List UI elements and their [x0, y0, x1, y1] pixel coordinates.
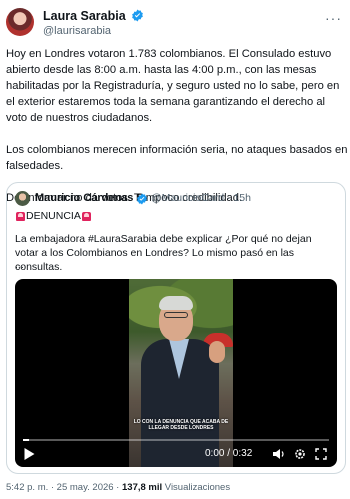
- video-progress-fill: [23, 439, 30, 441]
- fullscreen-icon[interactable]: [315, 447, 327, 465]
- quoted-author-name: Mauricio Cárdenas S.: [35, 192, 147, 204]
- author-name-row[interactable]: Laura Sarabia: [43, 9, 144, 25]
- video-progress-bar[interactable]: [23, 439, 329, 441]
- quoted-tweet-header: Mauricio Cárdenas S. @MauricioCard · 15h: [15, 191, 335, 207]
- siren-icon: [81, 211, 91, 221]
- quoted-tweet-ellipsis: ...: [15, 259, 24, 271]
- tweet-meta: 5:42 p. m. · 25 may. 2026 · 137,8 mil Vi…: [6, 482, 230, 493]
- denuncia-label: DENUNCIA: [26, 210, 81, 222]
- video-time: 0:00 / 0:32: [205, 448, 253, 459]
- views-count: 137,8 mil: [122, 482, 163, 493]
- speaker-glasses: [164, 312, 188, 318]
- author-name[interactable]: Laura Sarabia: [43, 9, 126, 23]
- video-controls: 0:00 / 0:32: [15, 437, 337, 467]
- quoted-tweet[interactable]: Mauricio Cárdenas S. @MauricioCard · 15h…: [6, 182, 346, 474]
- verified-badge-icon: [131, 9, 144, 25]
- author-handle[interactable]: @laurisarabia: [43, 25, 111, 37]
- speaker-hair: [159, 296, 193, 310]
- tweet-header: Laura Sarabia @laurisarabia ···: [6, 8, 346, 38]
- more-icon[interactable]: ···: [325, 10, 342, 26]
- denuncia-badge: DENUNCIA: [15, 210, 92, 222]
- speaker-hand: [209, 341, 225, 363]
- author-avatar[interactable]: [6, 8, 34, 36]
- play-icon[interactable]: [24, 447, 35, 465]
- views-label: Visualizaciones: [164, 482, 231, 493]
- volume-icon[interactable]: [273, 447, 286, 465]
- verified-badge-icon: [136, 192, 148, 210]
- tweet-paragraph: Los colombianos merecen información seri…: [6, 144, 348, 172]
- video-player[interactable]: LO CON LA DENUNCIA QUE ACABA DE LLEGAR D…: [15, 279, 337, 467]
- tweet-timestamp[interactable]: 5:42 p. m. · 25 may. 2026 ·: [6, 482, 119, 493]
- quoted-author-avatar: [15, 191, 30, 206]
- video-caption: LO CON LA DENUNCIA QUE ACABA DE LLEGAR D…: [133, 419, 229, 431]
- quoted-author-handle: @MauricioCard · 15h: [151, 192, 251, 204]
- siren-icon: [16, 211, 25, 221]
- quoted-timestamp: · 15h: [227, 192, 251, 204]
- gear-icon[interactable]: [294, 447, 306, 465]
- quoted-tweet-text: La embajadora #LauraSarabia debe explica…: [15, 233, 312, 273]
- tweet-paragraph: Hoy en Londres votaron 1.783 colombianos…: [6, 48, 340, 124]
- quoted-handle-text: @MauricioCard: [151, 192, 225, 204]
